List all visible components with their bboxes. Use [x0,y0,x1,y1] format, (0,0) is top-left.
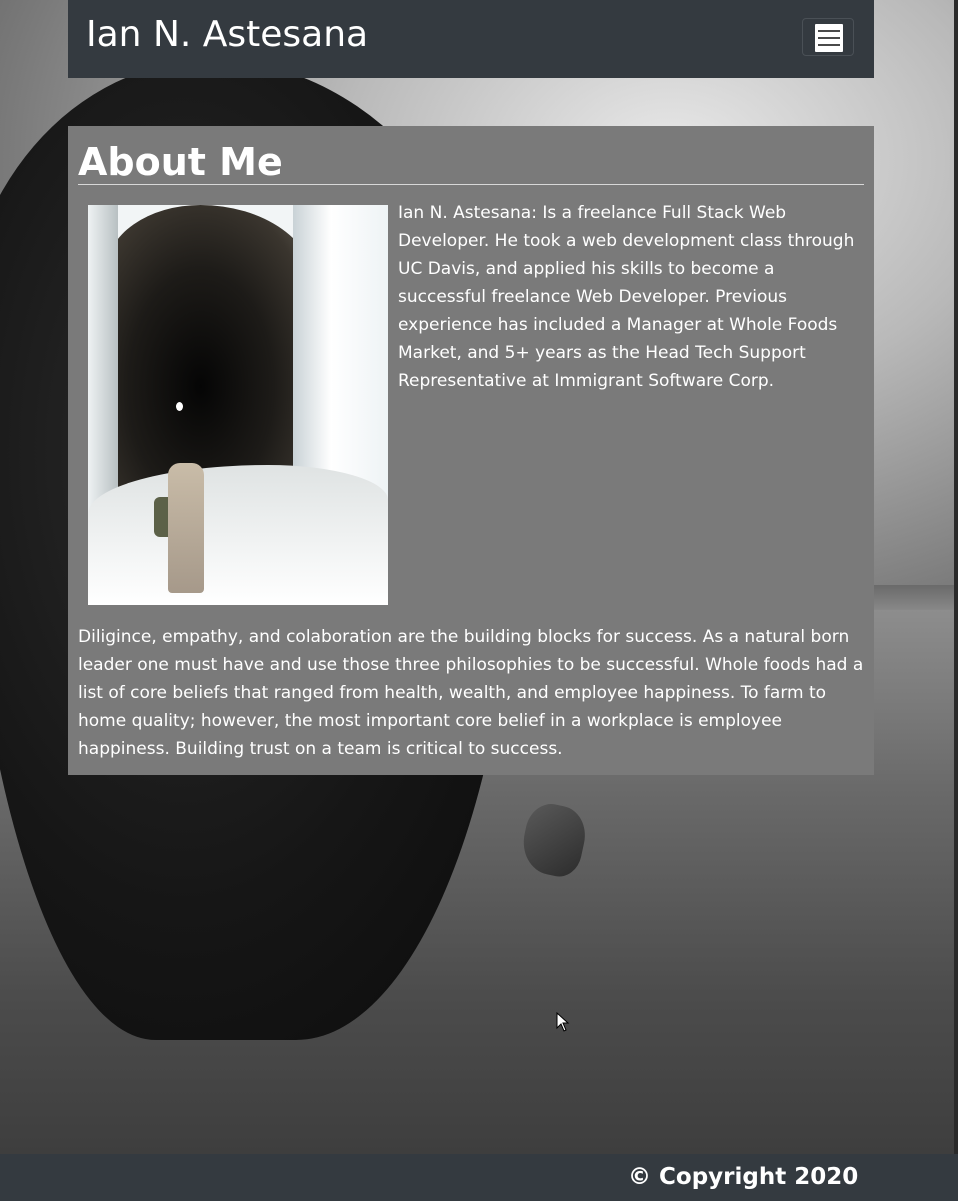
window-edge [954,0,958,1201]
photo-person [168,463,204,593]
copyright-text: © Copyright 2020 [628,1164,859,1190]
hamburger-menu-icon [815,24,843,52]
mouse-pointer-icon [556,1012,570,1032]
about-philosophy-text: Diligince, empathy, and colaboration are… [78,627,864,759]
profile-photo [88,205,388,605]
about-card: About Me Ian N. Astesana: Is a freelance… [68,126,874,775]
hamburger-line [818,44,840,46]
brand-title[interactable]: Ian N. Astesana [86,12,368,58]
navbar: Ian N. Astesana [68,0,874,78]
footer: © Copyright 2020 [0,1154,958,1201]
menu-toggle-button[interactable] [802,18,854,56]
hamburger-line [818,37,840,39]
hamburger-line [818,30,840,32]
photo-snow [88,465,388,605]
about-title: About Me [78,126,864,185]
photo-light [176,402,183,411]
